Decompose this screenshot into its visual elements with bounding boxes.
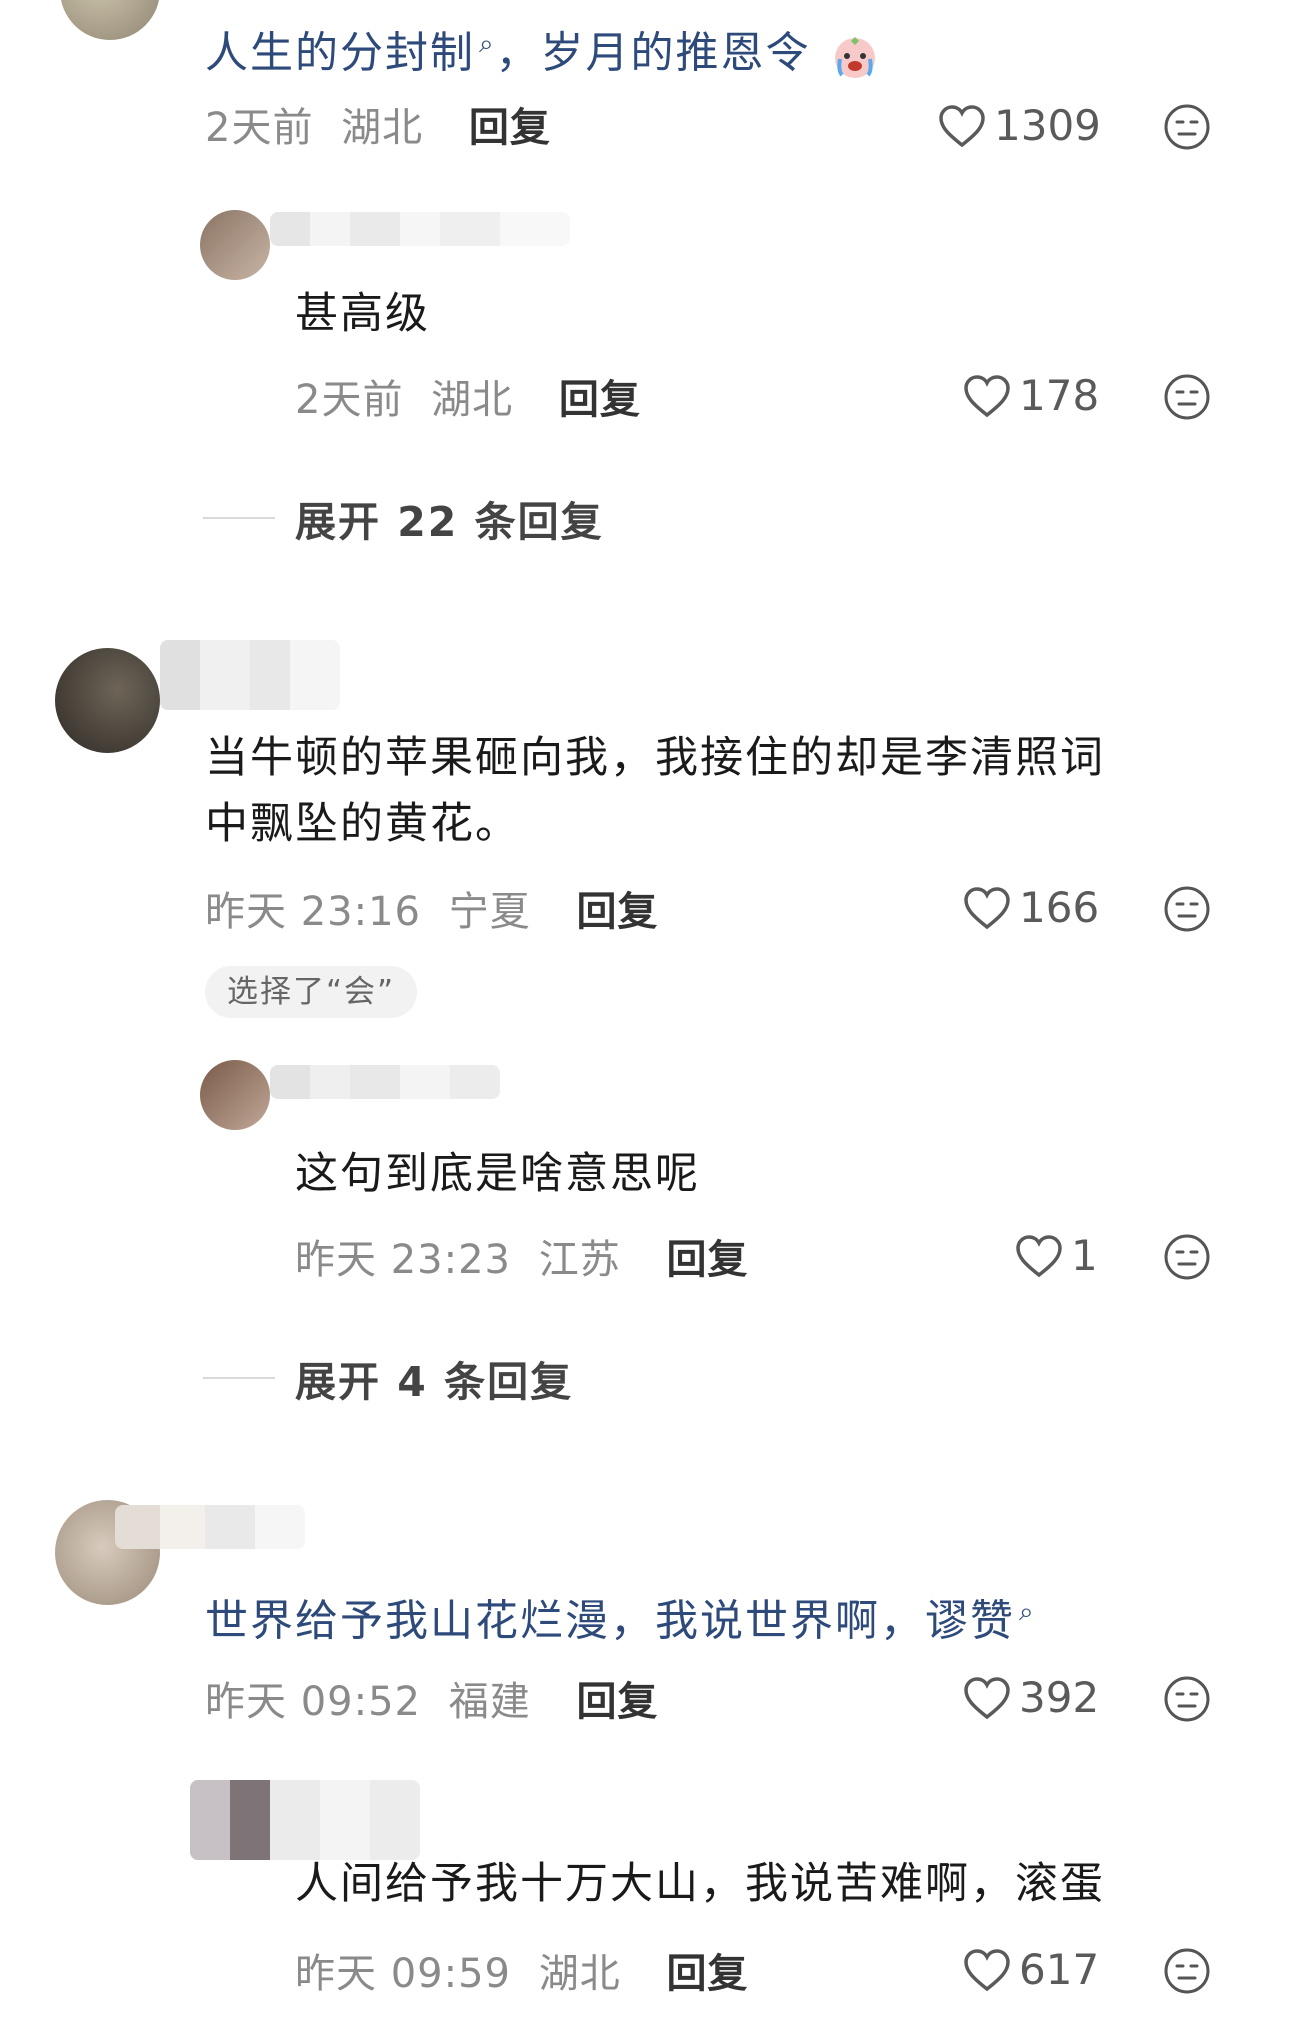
like-button[interactable]: 166 <box>963 880 1099 936</box>
search-icon[interactable]: ⌕ <box>479 12 496 76</box>
neutral-face-icon <box>1164 374 1210 420</box>
reply-time: 2天前 <box>295 377 404 423</box>
comment-text: 世界给予我山花烂漫，我说世界啊，谬赞 ⌕ <box>205 1580 1036 1653</box>
comment-time: 昨天 23:16 <box>205 889 421 935</box>
divider <box>203 1377 275 1379</box>
reply-button[interactable]: 回复 <box>576 889 658 935</box>
reply-location: 湖北 <box>431 377 514 423</box>
vote-chip[interactable]: 选择了“会” <box>205 966 418 1018</box>
reply-button[interactable]: 回复 <box>576 1679 658 1725</box>
comment-meta: 昨天 23:16 宁夏 回复 <box>205 884 658 940</box>
comment-time: 昨天 09:52 <box>205 1679 421 1725</box>
neutral-face-icon <box>1164 1234 1210 1280</box>
reply-button[interactable]: 回复 <box>469 105 551 151</box>
reply-text: 甚高级 <box>295 289 430 339</box>
reply-meta: 昨天 09:59 湖北 回复 <box>295 1946 748 2002</box>
reply-username-blurred <box>270 1065 500 1099</box>
reply-avatar[interactable] <box>200 210 270 280</box>
neutral-face-icon <box>1164 1948 1210 1994</box>
heart-outline-icon <box>964 375 1010 418</box>
comment-time: 2天前 <box>205 105 314 151</box>
reply-button[interactable]: 回复 <box>666 1951 748 1997</box>
like-count: 392 <box>1019 1673 1100 1722</box>
dislike-button[interactable] <box>1163 1233 1211 1285</box>
reply-button[interactable]: 回复 <box>666 1237 748 1283</box>
comment-location: 湖北 <box>341 105 424 151</box>
like-button[interactable]: 617 <box>963 1942 1099 1998</box>
reply-location: 江苏 <box>538 1237 621 1283</box>
like-count: 1309 <box>994 101 1101 150</box>
comment-text-part: 人生的分封制 <box>205 28 475 79</box>
like-count: 166 <box>1019 883 1100 932</box>
reply-text: 人间给予我十万大山，我说苦难啊，滚蛋 <box>295 1859 1105 1909</box>
heart-outline-icon <box>964 887 1010 930</box>
comment-location: 宁夏 <box>448 889 531 935</box>
heart-outline-icon <box>964 1677 1010 1720</box>
avatar[interactable] <box>55 648 160 753</box>
reply-meta: 2天前 湖北 回复 <box>295 372 641 428</box>
comment-text: 人生的分封制 ⌕，岁月的推恩令 <box>205 12 880 85</box>
reply-text: 这句到底是啥意思呢 <box>295 1149 700 1199</box>
crying-emoji-icon <box>830 31 880 81</box>
dislike-button[interactable] <box>1163 103 1211 155</box>
comment-text-line1: 当牛顿的苹果砸向我，我接住的却是李清照词 <box>205 733 1105 783</box>
username-blurred <box>160 640 340 710</box>
like-button[interactable]: 1309 <box>938 98 1101 154</box>
expand-replies-label: 展开 22 条回复 <box>295 498 604 546</box>
heart-outline-icon <box>1016 1235 1062 1278</box>
reply-time: 昨天 23:23 <box>295 1237 511 1283</box>
dislike-button[interactable] <box>1163 885 1211 937</box>
dislike-button[interactable] <box>1163 1675 1211 1727</box>
expand-replies-label: 展开 4 条回复 <box>295 1358 574 1406</box>
neutral-face-icon <box>1164 104 1210 150</box>
reply-meta: 昨天 23:23 江苏 回复 <box>295 1232 748 1288</box>
username-blurred <box>115 1505 305 1549</box>
heart-outline-icon <box>964 1949 1010 1992</box>
like-count: 617 <box>1019 1945 1100 1994</box>
comment-text-tail: ，岁月的推恩令 <box>495 28 811 79</box>
neutral-face-icon <box>1164 886 1210 932</box>
like-count: 178 <box>1019 371 1100 420</box>
comment-text-line2: 中飘坠的黄花。 <box>205 799 520 849</box>
like-button[interactable]: 392 <box>963 1670 1099 1726</box>
search-icon[interactable]: ⌕ <box>1019 1580 1036 1644</box>
comment-meta: 昨天 09:52 福建 回复 <box>205 1674 658 1730</box>
dislike-button[interactable] <box>1163 1947 1211 1999</box>
reply-location: 湖北 <box>538 1951 621 1997</box>
like-button[interactable]: 178 <box>963 368 1099 424</box>
like-button[interactable]: 1 <box>1015 1228 1098 1284</box>
avatar[interactable] <box>60 0 160 40</box>
reply-time: 昨天 09:59 <box>295 1951 511 1997</box>
reply-button[interactable]: 回复 <box>559 377 641 423</box>
reply-avatar[interactable] <box>200 1060 270 1130</box>
comment-text-content: 世界给予我山花烂漫，我说世界啊，谬赞 <box>205 1596 1015 1647</box>
divider <box>203 517 275 519</box>
heart-outline-icon <box>939 105 985 148</box>
dislike-button[interactable] <box>1163 373 1211 425</box>
comment-meta: 2天前 湖北 回复 <box>205 100 551 156</box>
comment-location: 福建 <box>448 1679 531 1725</box>
expand-replies-button[interactable]: 展开 22 条回复 <box>203 488 604 548</box>
reply-avatar-blurred[interactable] <box>190 1780 420 1860</box>
reply-username-blurred <box>270 212 570 246</box>
neutral-face-icon <box>1164 1676 1210 1722</box>
like-count: 1 <box>1071 1231 1098 1280</box>
expand-replies-button[interactable]: 展开 4 条回复 <box>203 1348 573 1408</box>
